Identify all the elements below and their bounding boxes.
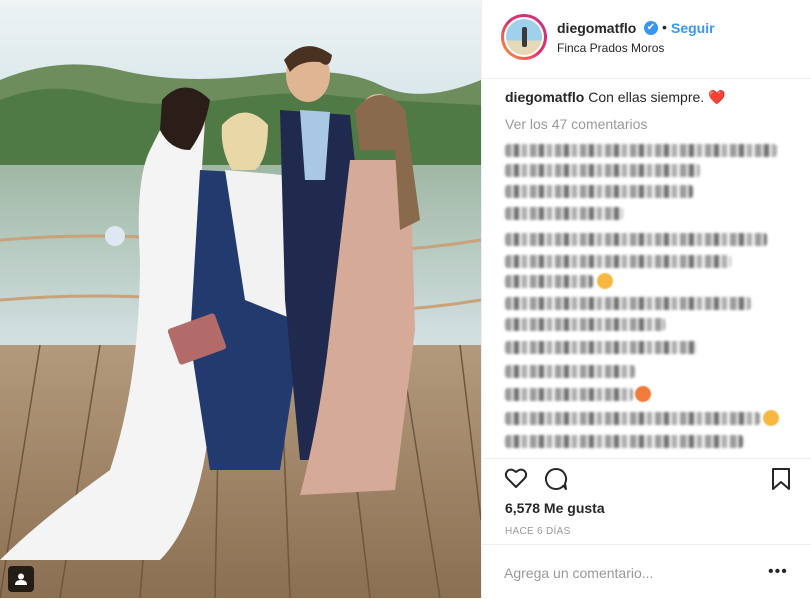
caption-heart-emoji: ❤️ [708,89,726,105]
comment-item [505,341,697,354]
emoji-icon [763,410,779,426]
caption-text: Con ellas siempre. [588,89,705,105]
comment-item [505,273,615,289]
user-tag-icon [15,573,27,585]
comment-item [505,255,731,268]
post-photo[interactable] [0,0,481,598]
comment-item [505,207,623,220]
comment-item [505,297,751,310]
username-link[interactable]: diegomatflo [557,20,636,36]
comment-item [505,164,700,177]
location-link[interactable]: Finca Prados Moros [557,41,664,55]
like-button[interactable] [504,467,528,494]
comment-item [505,233,767,246]
post-timestamp[interactable]: HACE 6 DÍAS [505,526,571,537]
comment-bubble-icon [545,467,568,490]
comment-button[interactable] [544,467,568,496]
add-comment-section: ••• [482,544,811,599]
comment-item [505,185,693,198]
post-caption: diegomatflo Con ellas siempre. ❤️ [505,89,726,106]
user-tag-button[interactable] [8,566,34,592]
comment-item [505,144,777,157]
heart-outline-icon [504,468,528,488]
bookmark-icon [772,468,790,490]
verified-badge-icon: ✔ [644,21,658,35]
avatar-story-ring[interactable] [501,14,547,60]
emoji-icon [597,273,613,289]
post-sidebar: diegomatflo ✔ • Seguir Finca Prados Moro… [481,0,811,598]
actions-divider [482,458,811,460]
save-button[interactable] [771,467,791,496]
comment-item [505,386,655,402]
comment-item [505,410,780,426]
comment-item [505,435,743,448]
wedding-photo-illustration [0,0,481,598]
more-options-icon[interactable]: ••• [768,563,788,581]
comment-item [505,318,665,331]
emoji-icon [635,386,651,402]
comment-item [505,365,635,378]
add-comment-input[interactable] [504,565,754,581]
post-header: diegomatflo ✔ • Seguir Finca Prados Moro… [482,0,811,79]
likes-count[interactable]: 6,578 Me gusta [505,500,605,516]
header-separator: • [662,19,667,35]
caption-username[interactable]: diegomatflo [505,89,584,105]
avatar[interactable] [504,17,544,57]
view-all-comments-link[interactable]: Ver los 47 comentarios [505,116,647,132]
follow-button[interactable]: Seguir [671,20,715,36]
